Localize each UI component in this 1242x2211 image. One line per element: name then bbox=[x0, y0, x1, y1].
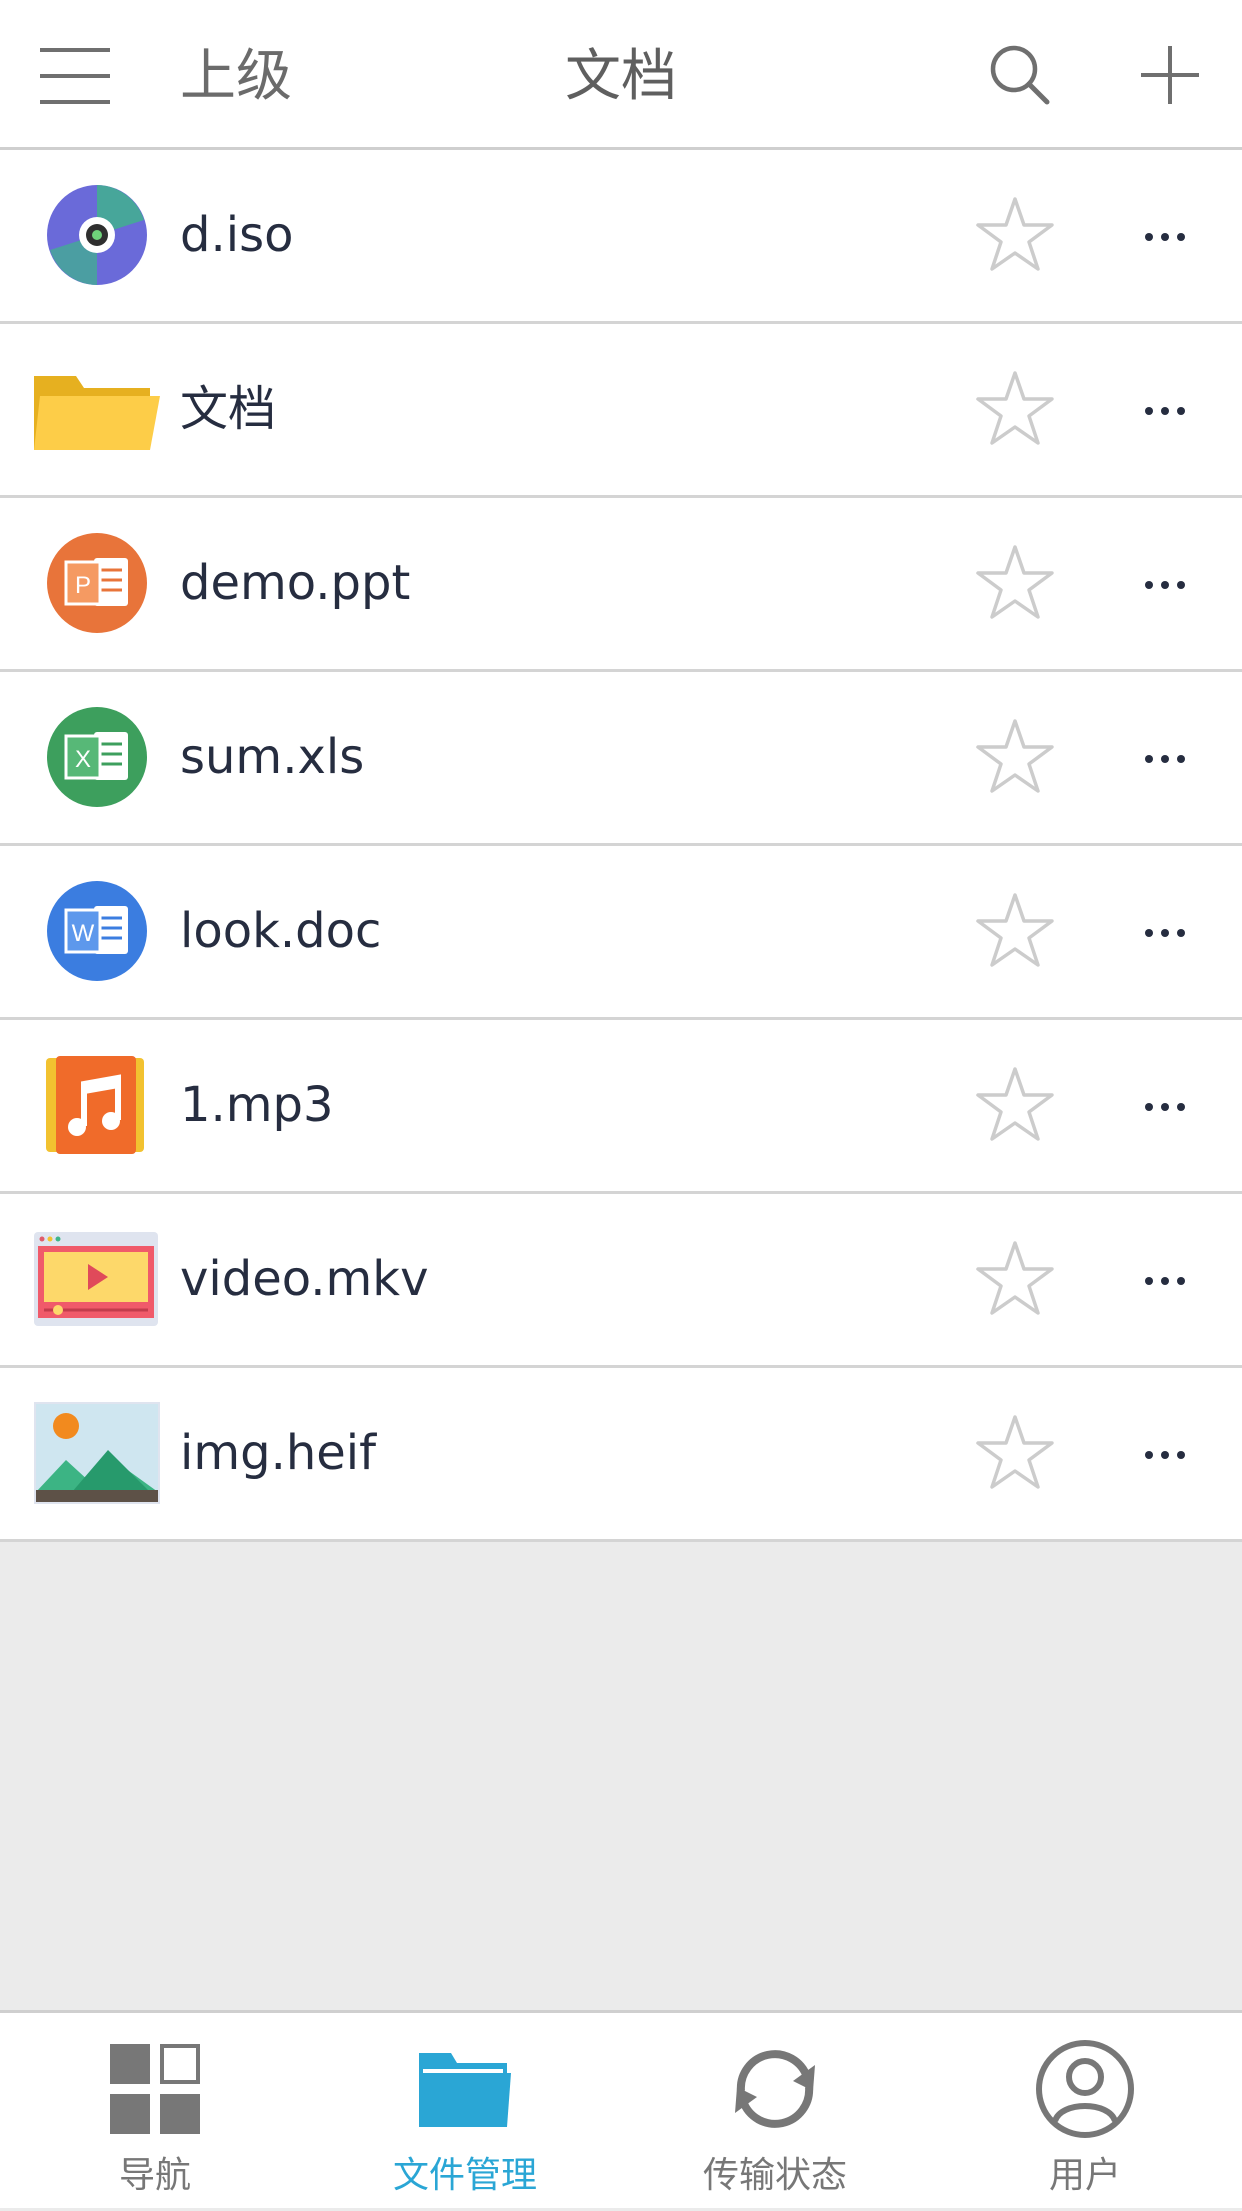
star-icon[interactable] bbox=[975, 543, 1055, 623]
more-options-icon[interactable] bbox=[1140, 1430, 1190, 1480]
top-bar: 上级 文档 bbox=[0, 0, 1242, 150]
disc-icon bbox=[32, 180, 162, 290]
svg-text:P: P bbox=[75, 572, 91, 599]
music-icon bbox=[32, 1050, 162, 1160]
star-icon[interactable] bbox=[975, 195, 1055, 275]
tab-label: 传输状态 bbox=[702, 2155, 847, 2196]
tab-label: 导航 bbox=[118, 2155, 191, 2196]
file-row[interactable]: d.iso bbox=[0, 150, 1242, 324]
star-icon[interactable] bbox=[975, 1239, 1055, 1319]
star-icon[interactable] bbox=[975, 717, 1055, 797]
svg-text:W: W bbox=[72, 920, 95, 947]
plus-icon[interactable] bbox=[1135, 40, 1205, 110]
tab-transfer-status[interactable]: 传输状态 bbox=[620, 2013, 930, 2211]
powerpoint-icon: P bbox=[32, 528, 162, 638]
grid-icon bbox=[105, 2039, 205, 2139]
file-name: look.doc bbox=[180, 903, 382, 959]
more-options-icon[interactable] bbox=[1140, 908, 1190, 958]
tab-label: 用户 bbox=[1048, 2155, 1121, 2196]
file-row[interactable]: 文档 bbox=[0, 324, 1242, 498]
star-icon[interactable] bbox=[975, 1065, 1055, 1145]
more-options-icon[interactable] bbox=[1140, 1256, 1190, 1306]
file-name: 文档 bbox=[180, 381, 277, 437]
hamburger-icon[interactable] bbox=[40, 48, 110, 104]
word-icon: W bbox=[32, 876, 162, 986]
file-name: img.heif bbox=[180, 1425, 377, 1481]
file-name: d.iso bbox=[180, 207, 294, 263]
star-icon[interactable] bbox=[975, 369, 1055, 449]
tab-file-manager[interactable]: 文件管理 bbox=[310, 2013, 620, 2211]
file-row[interactable]: img.heif bbox=[0, 1368, 1242, 1542]
tab-label: 文件管理 bbox=[392, 2155, 537, 2196]
file-row[interactable]: video.mkv bbox=[0, 1194, 1242, 1368]
tab-user[interactable]: 用户 bbox=[930, 2013, 1240, 2211]
more-options-icon[interactable] bbox=[1140, 734, 1190, 784]
bottom-tab-bar: 导航 文件管理 传输状态 用户 bbox=[0, 2010, 1242, 2208]
file-row[interactable]: P demo.ppt bbox=[0, 498, 1242, 672]
file-name: video.mkv bbox=[180, 1251, 429, 1307]
svg-text:X: X bbox=[75, 746, 91, 773]
file-list: d.iso 文档 P demo.ppt X sum.xls W look.doc… bbox=[0, 150, 1242, 1542]
folder-icon bbox=[415, 2039, 515, 2139]
file-row[interactable]: X sum.xls bbox=[0, 672, 1242, 846]
file-row[interactable]: W look.doc bbox=[0, 846, 1242, 1020]
file-name: 1.mp3 bbox=[180, 1077, 334, 1133]
excel-icon: X bbox=[32, 702, 162, 812]
parent-folder-button[interactable]: 上级 bbox=[180, 42, 292, 112]
more-options-icon[interactable] bbox=[1140, 386, 1190, 436]
image-icon bbox=[32, 1398, 162, 1508]
user-icon bbox=[1035, 2039, 1135, 2139]
folder-icon bbox=[32, 354, 162, 464]
video-icon bbox=[32, 1224, 162, 1334]
file-name: sum.xls bbox=[180, 729, 365, 785]
star-icon[interactable] bbox=[975, 891, 1055, 971]
more-options-icon[interactable] bbox=[1140, 1082, 1190, 1132]
sync-icon bbox=[725, 2039, 825, 2139]
star-icon[interactable] bbox=[975, 1413, 1055, 1493]
file-name: demo.ppt bbox=[180, 555, 411, 611]
more-options-icon[interactable] bbox=[1140, 212, 1190, 262]
search-icon[interactable] bbox=[985, 40, 1055, 110]
tab-navigation[interactable]: 导航 bbox=[0, 2013, 310, 2211]
file-row[interactable]: 1.mp3 bbox=[0, 1020, 1242, 1194]
more-options-icon[interactable] bbox=[1140, 560, 1190, 610]
